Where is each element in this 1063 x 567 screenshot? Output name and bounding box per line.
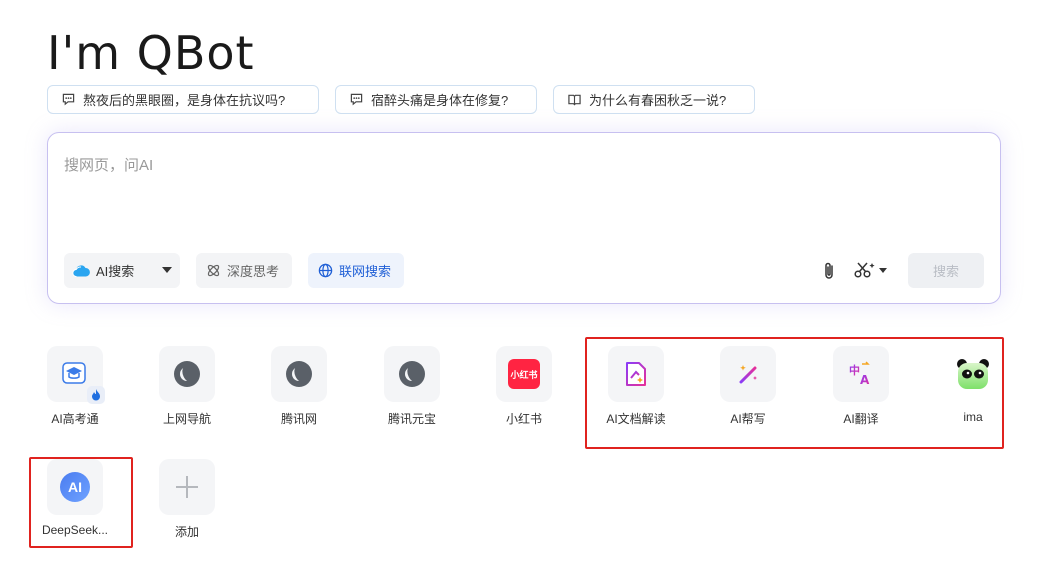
page-title: I'm QBot bbox=[47, 26, 255, 80]
graduation-cap-icon bbox=[62, 362, 86, 384]
chat-bubble-icon bbox=[62, 93, 75, 106]
paperclip-icon[interactable] bbox=[821, 261, 837, 286]
app-ai-gaokao[interactable]: AI高考通 bbox=[35, 346, 115, 427]
app-label: 添加 bbox=[174, 525, 199, 539]
app-label: 腾讯元宝 bbox=[387, 412, 436, 426]
plus-icon bbox=[176, 476, 198, 498]
search-mode-dropdown[interactable]: AI搜索 bbox=[64, 253, 180, 288]
deep-think-toggle[interactable]: 深度思考 bbox=[196, 253, 292, 288]
web-search-toggle[interactable]: 联网搜索 bbox=[308, 253, 404, 288]
highlight-box-deepseek bbox=[29, 457, 133, 548]
app-tencent-news[interactable]: 腾讯网 bbox=[259, 346, 339, 427]
app-tencent-yuanbao[interactable]: 腾讯元宝 bbox=[372, 346, 452, 427]
highlight-box-ai-tools bbox=[585, 337, 1004, 449]
cloud-icon bbox=[72, 264, 90, 278]
fire-badge-icon bbox=[87, 386, 105, 404]
suggestion-chip-1[interactable]: 熬夜后的黑眼圈，是身体在抗议吗? bbox=[47, 85, 319, 114]
search-box[interactable]: 搜网页，问AI AI搜索 深度思考 联网搜索 搜索 bbox=[47, 132, 1001, 304]
search-mode-label: AI搜索 bbox=[96, 264, 135, 279]
app-xiaohongshu[interactable]: 小红书 小红书 bbox=[484, 346, 564, 427]
scissors-icon bbox=[854, 262, 875, 278]
tools-dropdown[interactable] bbox=[854, 261, 887, 279]
globe-icon bbox=[286, 361, 312, 387]
app-web-nav[interactable]: 上网导航 bbox=[147, 346, 227, 427]
chevron-down-icon bbox=[879, 267, 887, 273]
app-label: AI高考通 bbox=[51, 412, 99, 426]
globe-icon bbox=[174, 361, 200, 387]
suggestion-text: 熬夜后的黑眼圈，是身体在抗议吗? bbox=[83, 93, 286, 108]
suggestion-chip-2[interactable]: 宿醉头痛是身体在修复? bbox=[335, 85, 537, 114]
globe-icon bbox=[318, 263, 333, 278]
add-app-button[interactable]: 添加 bbox=[147, 459, 227, 540]
atom-icon bbox=[206, 263, 221, 278]
suggestion-text: 宿醉头痛是身体在修复? bbox=[371, 93, 509, 108]
app-label: 腾讯网 bbox=[280, 412, 317, 426]
globe-icon bbox=[399, 361, 425, 387]
chat-bubble-icon bbox=[350, 93, 363, 106]
book-icon bbox=[568, 94, 581, 106]
web-search-label: 联网搜索 bbox=[339, 264, 392, 279]
xiaohongshu-logo-icon: 小红书 bbox=[508, 359, 540, 389]
deep-think-label: 深度思考 bbox=[227, 264, 280, 279]
search-input[interactable]: 搜网页，问AI bbox=[64, 154, 153, 175]
search-submit-button[interactable]: 搜索 bbox=[908, 253, 984, 288]
app-label: 小红书 bbox=[505, 412, 542, 426]
chevron-down-icon bbox=[162, 267, 172, 273]
suggestion-chip-3[interactable]: 为什么有春困秋乏一说? bbox=[553, 85, 755, 114]
suggestion-text: 为什么有春困秋乏一说? bbox=[589, 93, 727, 108]
app-label: 上网导航 bbox=[162, 412, 211, 426]
